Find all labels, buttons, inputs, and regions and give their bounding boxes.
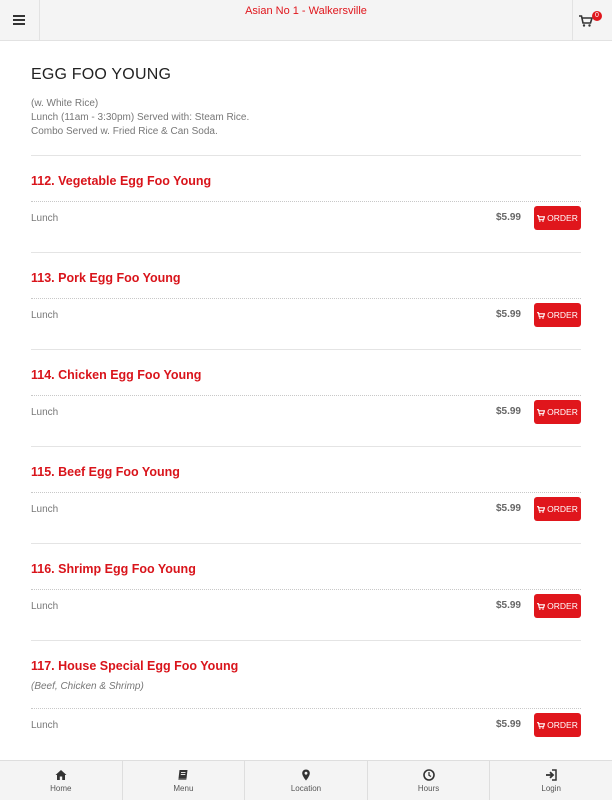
cart-icon <box>579 15 593 27</box>
item-note: (Beef, Chicken & Shrimp) <box>31 681 144 692</box>
cart-icon <box>537 722 546 729</box>
section-description-line: Lunch (11am - 3:30pm) Served with: Steam… <box>31 112 250 123</box>
clock-icon <box>422 769 435 781</box>
item-name[interactable]: 112. Vegetable Egg Foo Young <box>31 174 211 188</box>
nav-label: Location <box>290 784 322 793</box>
book-icon <box>178 770 188 780</box>
item-price: $5.99 <box>495 406 521 417</box>
item-name[interactable]: 116. Shrimp Egg Foo Young <box>31 562 196 576</box>
nav-label: Login <box>541 784 561 793</box>
bottom-nav: Home Menu Location Hours Login <box>0 760 612 800</box>
price-label: Lunch <box>31 407 59 418</box>
price-label: Lunch <box>31 601 59 612</box>
cart-icon <box>537 215 546 222</box>
nav-login[interactable]: Login <box>490 761 612 800</box>
order-button-label: ORDER <box>547 720 578 730</box>
divider <box>31 252 581 253</box>
login-icon <box>546 769 557 781</box>
cart-icon <box>537 409 546 416</box>
nav-menu[interactable]: Menu <box>123 761 246 800</box>
item-name[interactable]: 114. Chicken Egg Foo Young <box>31 368 201 382</box>
divider <box>31 349 581 350</box>
price-label: Lunch <box>31 213 59 224</box>
price-label: Lunch <box>31 310 59 321</box>
restaurant-title[interactable]: Asian No 1 - Walkersville <box>0 5 612 17</box>
divider <box>31 543 581 544</box>
item-name[interactable]: 113. Pork Egg Foo Young <box>31 271 181 285</box>
nav-label: Home <box>50 784 72 793</box>
nav-hours[interactable]: Hours <box>368 761 491 800</box>
nav-home[interactable]: Home <box>0 761 123 800</box>
cart-icon <box>537 506 546 513</box>
cart-count-badge: 0 <box>592 11 602 21</box>
price-row: Lunch $5.99 ORDER <box>31 201 581 231</box>
order-button[interactable]: ORDER <box>534 303 581 327</box>
price-label: Lunch <box>31 720 59 731</box>
order-button-label: ORDER <box>547 504 578 514</box>
price-row: Lunch $5.99 ORDER <box>31 708 581 738</box>
order-button[interactable]: ORDER <box>534 400 581 424</box>
section-description-line: (w. White Rice) <box>31 98 99 109</box>
order-button[interactable]: ORDER <box>534 594 581 618</box>
price-label: Lunch <box>31 504 59 515</box>
item-price: $5.99 <box>495 309 521 320</box>
map-pin-icon <box>302 769 310 781</box>
cart-icon <box>537 312 546 319</box>
order-button-label: ORDER <box>547 601 578 611</box>
item-price: $5.99 <box>495 719 521 730</box>
price-row: Lunch $5.99 ORDER <box>31 589 581 619</box>
order-button[interactable]: ORDER <box>534 713 581 737</box>
section-description: (w. White Rice) Lunch (11am - 3:30pm) Se… <box>31 97 249 139</box>
item-name[interactable]: 115. Beef Egg Foo Young <box>31 465 180 479</box>
nav-label: Hours <box>417 784 440 793</box>
menu-content: EGG FOO YOUNG (w. White Rice) Lunch (11a… <box>31 41 581 760</box>
home-icon <box>55 770 67 780</box>
cart-icon <box>537 603 546 610</box>
divider <box>31 446 581 447</box>
cart-button[interactable]: 0 <box>572 0 612 41</box>
divider <box>31 155 581 156</box>
price-row: Lunch $5.99 ORDER <box>31 492 581 522</box>
item-name[interactable]: 117. House Special Egg Foo Young <box>31 659 238 673</box>
section-title: EGG FOO YOUNG <box>31 66 172 83</box>
nav-label: Menu <box>173 784 194 793</box>
order-button-label: ORDER <box>547 213 578 223</box>
price-row: Lunch $5.99 ORDER <box>31 298 581 328</box>
divider <box>31 640 581 641</box>
order-button-label: ORDER <box>547 310 578 320</box>
price-row: Lunch $5.99 ORDER <box>31 395 581 425</box>
order-button[interactable]: ORDER <box>534 497 581 521</box>
top-header: Asian No 1 - Walkersville 0 <box>0 0 612 41</box>
order-button-label: ORDER <box>547 407 578 417</box>
item-price: $5.99 <box>495 503 521 514</box>
section-description-line: Combo Served w. Fried Rice & Can Soda. <box>31 126 218 137</box>
item-price: $5.99 <box>495 212 521 223</box>
order-button[interactable]: ORDER <box>534 206 581 230</box>
item-price: $5.99 <box>495 600 521 611</box>
nav-location[interactable]: Location <box>245 761 368 800</box>
